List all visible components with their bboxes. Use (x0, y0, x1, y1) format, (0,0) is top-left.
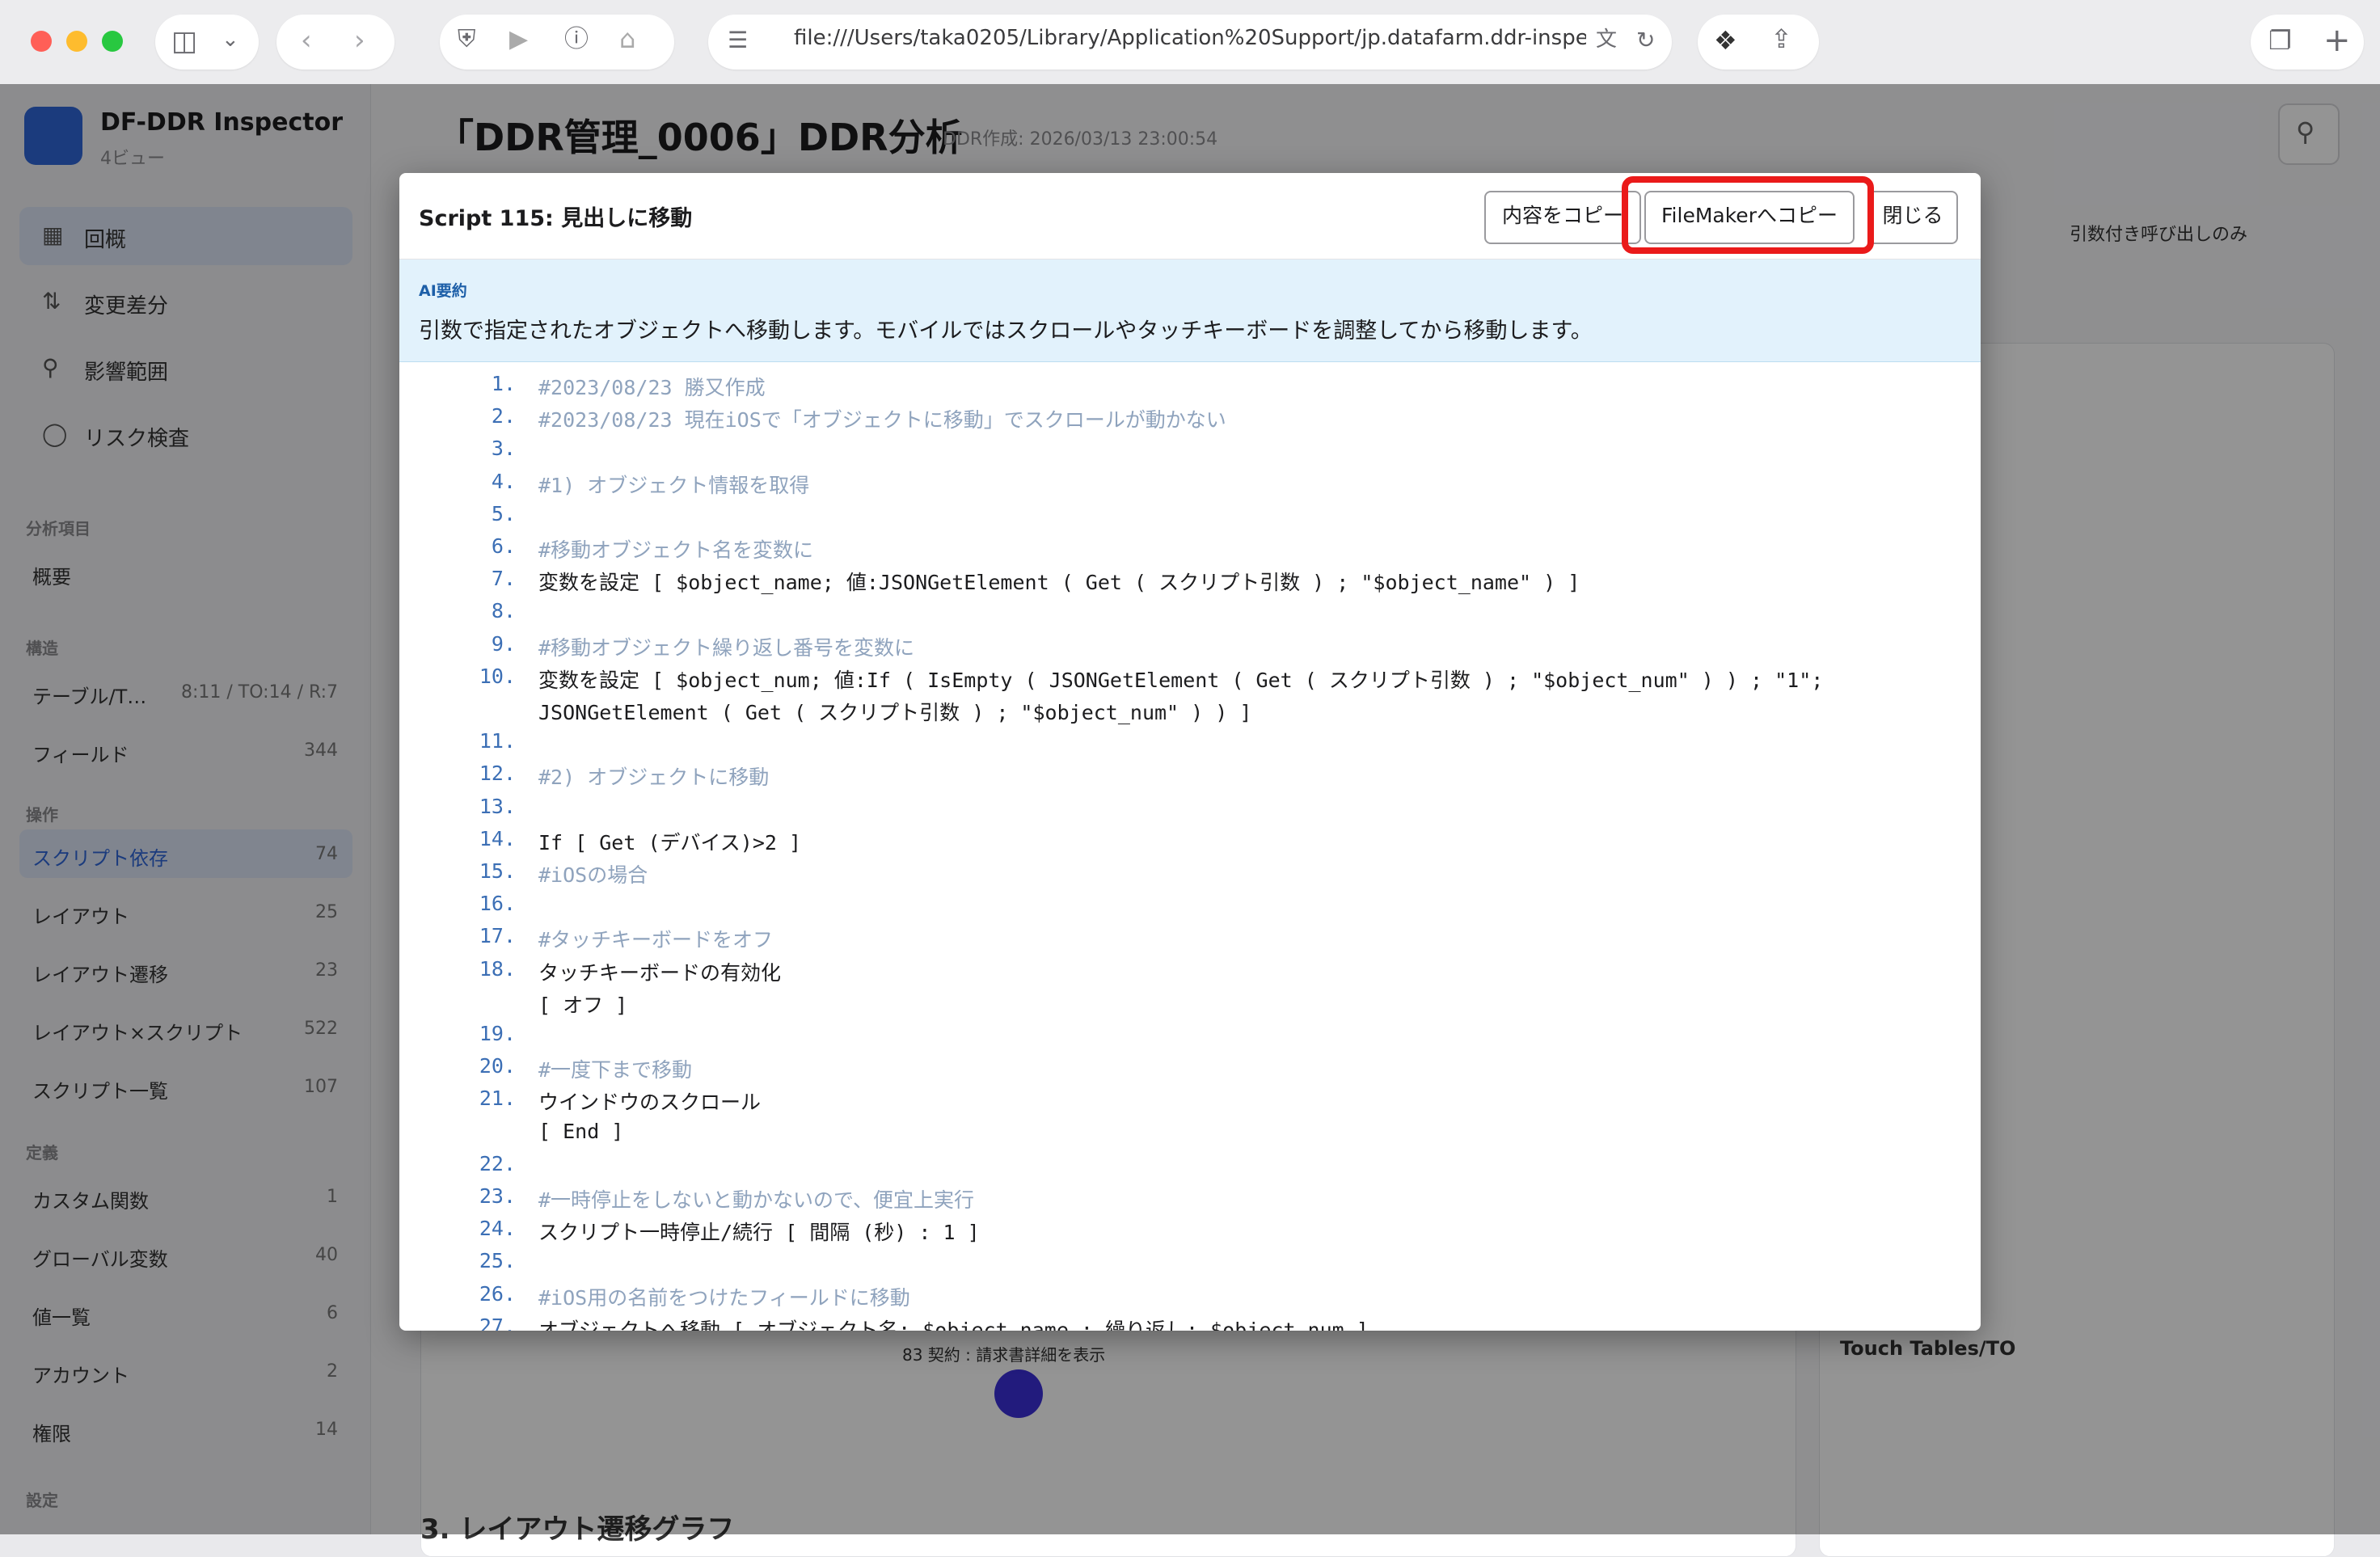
code-comment: #移動オブジェクト繰り返し番号を変数に (538, 635, 915, 660)
chevron-down-icon[interactable]: ⌄ (222, 29, 239, 50)
code-comment: #2023/08/23 勝又作成 (538, 376, 766, 399)
line-number: 13. (479, 794, 516, 818)
code-line: オブジェクトへ移動 [ オブジェクト名: $object_name ; 繰り返し… (538, 1318, 1369, 1331)
line-number: 24. (479, 1217, 516, 1241)
tabs-group: ❐ + (2251, 15, 2364, 70)
line-number: 5. (491, 501, 516, 525)
line-number: 11. (479, 729, 516, 753)
copy-content-button[interactable]: 内容をコピー (1484, 191, 1641, 244)
code-line: If [ Get (デバイス)>2 ] (538, 830, 802, 854)
code-comment: #一時停止をしないと動かないので、便宜上実行 (538, 1188, 975, 1212)
line-number: 10. (479, 664, 516, 688)
line-number: 16. (479, 892, 516, 916)
line-number: 19. (479, 1022, 516, 1045)
sidebar-toggle-group: ◫ ⌄ (155, 15, 259, 70)
line-number: 8. (491, 599, 516, 623)
code-line: 変数を設定 [ $object_num; 値:If ( IsEmpty ( JS… (538, 668, 1824, 692)
code-line: JSONGetElement ( Get ( スクリプト引数 ) ; "$obj… (538, 701, 1252, 724)
highlight-box (1622, 176, 1874, 254)
browser-toolbar: ◫ ⌄ ‹ › ⛨ ▶ ⓘ ⌂ ☰ 文 ↻ file:///Users/taka… (0, 0, 2380, 85)
back-icon[interactable]: ‹ (301, 27, 312, 54)
translate-icon[interactable]: 文 (1596, 29, 1617, 50)
code-comment: #移動オブジェクト名を変数に (538, 538, 814, 562)
line-number: 4. (491, 469, 516, 493)
code-line: [ オフ ] (538, 993, 628, 1017)
line-number: 25. (479, 1249, 516, 1273)
extension-icon[interactable]: ❖ (1714, 27, 1737, 53)
code-line: タッチキーボードの有効化 (538, 960, 782, 985)
url-text: file:///Users/taka0205/Library/Applicati… (794, 26, 1586, 50)
tab-overview-icon[interactable]: ❐ (2268, 27, 2292, 53)
code-line: スクリプト一時停止/続行 [ 間隔 (秒) : 1 ] (538, 1221, 980, 1245)
code-line: ウインドウのスクロール (538, 1091, 762, 1115)
minimize-window-button[interactable] (66, 31, 87, 52)
history-nav-group: ‹ › (276, 15, 395, 70)
line-number: 15. (479, 859, 516, 883)
line-number: 7. (491, 567, 516, 591)
page-menu-icon[interactable]: ☰ (728, 29, 748, 52)
ai-summary-text: 引数で指定されたオブジェクトへ移動します。モバイルではスクロールやタッチキーボー… (419, 319, 1593, 344)
line-number: 17. (479, 924, 516, 948)
code-comment: #iOSの場合 (538, 863, 648, 887)
line-number: 23. (479, 1184, 516, 1208)
share-icon[interactable]: ⇪ (1770, 26, 1792, 52)
forward-icon[interactable]: › (354, 27, 365, 54)
script-code-view[interactable]: 1. #2023/08/23 勝又作成 2. #2023/08/23 現在iOSで「オ… (399, 362, 1981, 1331)
shield-icon[interactable]: ⛨ (458, 27, 476, 52)
line-number: 22. (479, 1151, 516, 1175)
code-comment: #一度下まで移動 (538, 1058, 693, 1082)
code-line: [ End ] (538, 1119, 624, 1143)
line-number: 9. (491, 631, 516, 656)
line-number: 21. (479, 1087, 516, 1111)
modal-title: Script 115: 見出しに移動 (419, 206, 693, 231)
media-icon[interactable]: ▶ (509, 27, 528, 52)
zoom-window-button[interactable] (102, 31, 123, 52)
line-number: 2. (491, 404, 516, 428)
line-number: 26. (479, 1281, 516, 1306)
sidebar-icon[interactable]: ◫ (171, 27, 197, 55)
line-number: 14. (479, 826, 516, 850)
line-number: 18. (479, 956, 516, 981)
ai-summary-label: AI要約 (419, 282, 467, 300)
close-window-button[interactable] (31, 31, 52, 52)
password-icon[interactable]: ⓘ (564, 27, 589, 52)
code-comment: #タッチキーボードをオフ (538, 928, 774, 952)
home-icon[interactable]: ⌂ (619, 26, 635, 52)
ai-summary: AI要約 引数で指定されたオブジェクトへ移動します。モバイルではスクロールやタッ… (399, 260, 1981, 362)
modal-header: Script 115: 見出しに移動 内容をコピー FileMakerへコピー … (399, 173, 1981, 260)
script-modal: Script 115: 見出しに移動 内容をコピー FileMakerへコピー … (399, 173, 1981, 1331)
line-number: 27. (479, 1314, 516, 1331)
line-number: 12. (479, 762, 516, 786)
code-comment: #2023/08/23 現在iOSで「オブジェクトに移動」でスクロールが動かない (538, 408, 1226, 432)
code-comment: #1) オブジェクト情報を取得 (538, 473, 810, 497)
code-line: 変数を設定 [ $object_name; 値:JSONGetElement (… (538, 571, 1580, 595)
line-number: 1. (491, 372, 516, 395)
line-number: 20. (479, 1054, 516, 1078)
close-button[interactable]: 閉じる (1869, 191, 1958, 244)
extensions-group: ⛨ ▶ ⓘ ⌂ (440, 15, 674, 70)
code-comment: #2) オブジェクトに移動 (538, 766, 770, 790)
reload-icon[interactable]: ↻ (1636, 29, 1655, 52)
code-comment: #iOS用の名前をつけたフィールドに移動 (538, 1285, 910, 1310)
share-group: ❖ ⇪ (1698, 15, 1819, 70)
line-number: 6. (491, 534, 516, 558)
new-tab-icon[interactable]: + (2323, 24, 2351, 57)
line-number: 3. (491, 437, 516, 461)
